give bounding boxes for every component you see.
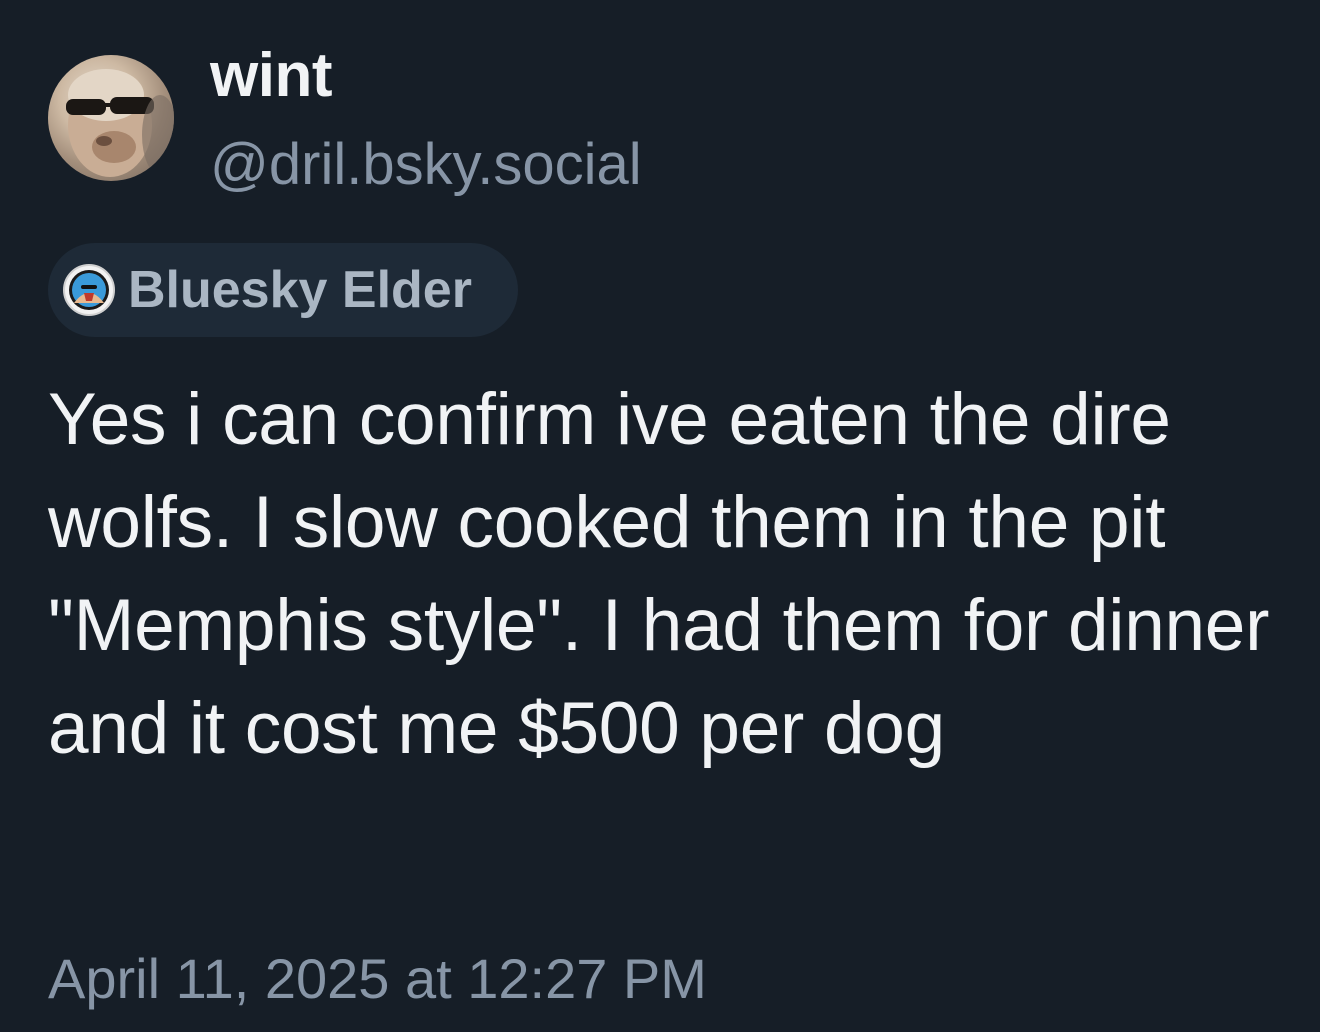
badge-label: Bluesky Elder — [128, 261, 472, 319]
post: wint @dril.bsky.social Bluesky Elder Yes… — [0, 0, 1320, 1032]
author-handle[interactable]: @dril.bsky.social — [210, 130, 642, 200]
post-text: Yes i can confirm ive eaten the dire wol… — [48, 379, 1270, 769]
elder-badge[interactable]: Bluesky Elder — [48, 243, 518, 337]
author-display-name[interactable]: wint — [210, 40, 332, 112]
elder-badge-icon — [63, 264, 115, 316]
post-timestamp[interactable]: April 11, 2025 at 12:27 PM — [48, 946, 707, 1012]
user-avatar[interactable] — [48, 55, 174, 181]
